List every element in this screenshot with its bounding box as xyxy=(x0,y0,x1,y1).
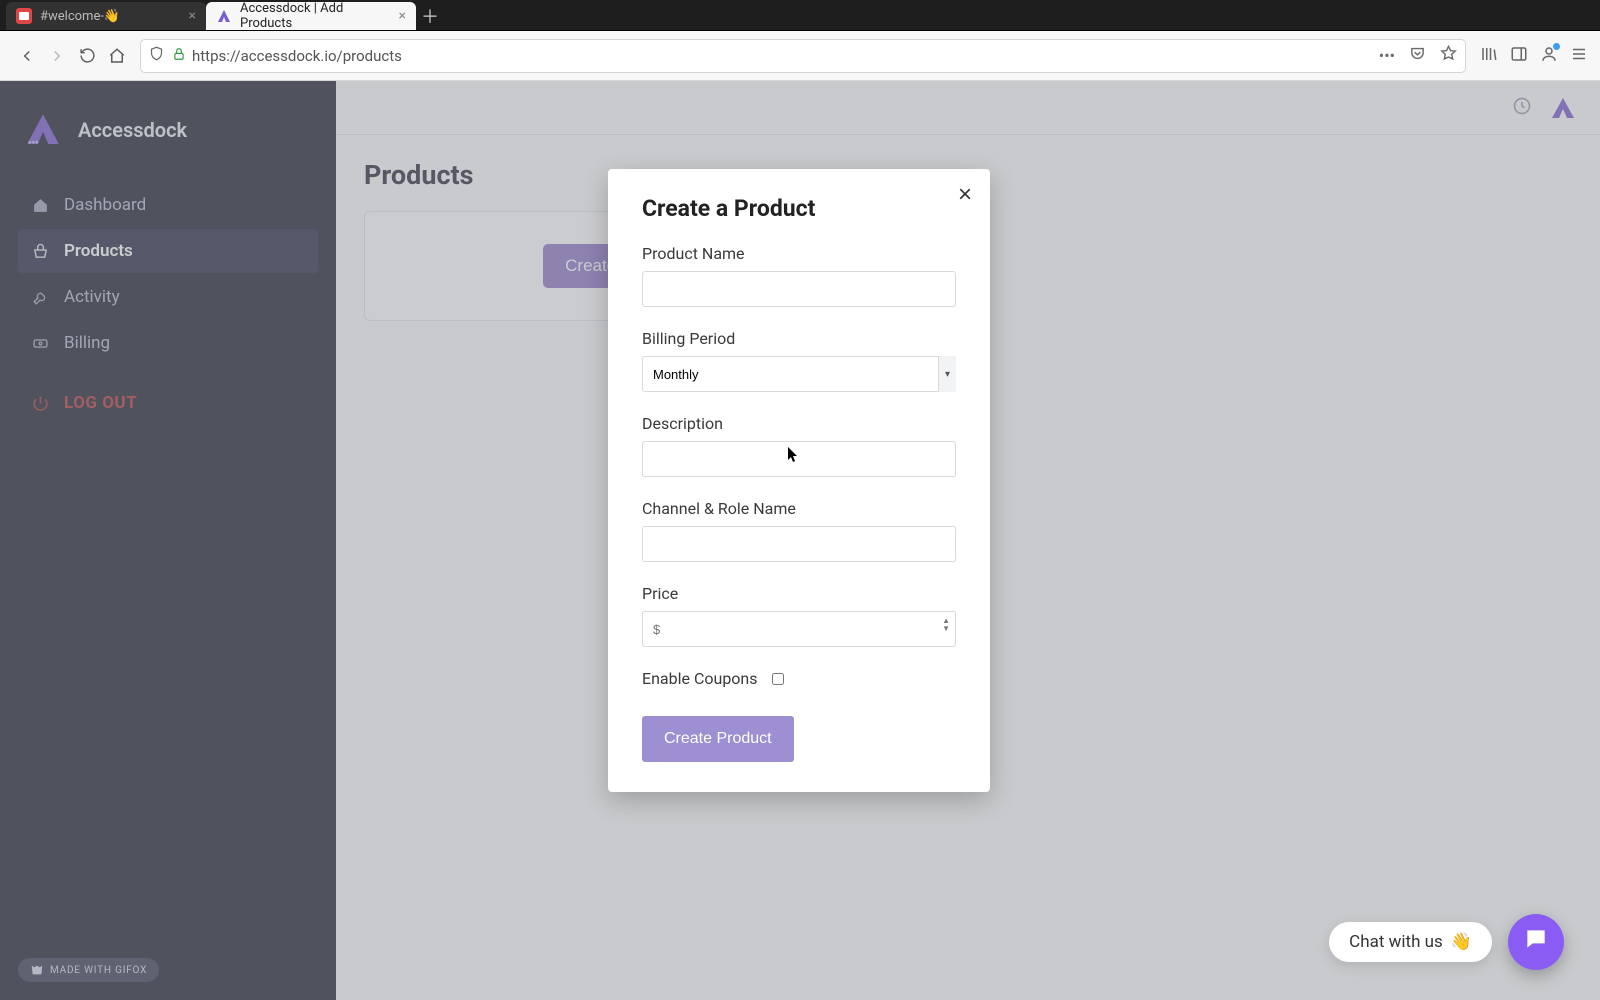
tab-title: #welcome-👋 xyxy=(40,9,120,24)
reload-button[interactable] xyxy=(72,41,102,71)
account-icon[interactable] xyxy=(1540,45,1558,67)
close-modal-button[interactable]: × xyxy=(958,183,972,207)
chat-bubble-icon xyxy=(1523,926,1549,958)
price-label: Price xyxy=(642,584,956,603)
library-icon[interactable] xyxy=(1480,45,1498,67)
description-input[interactable] xyxy=(642,441,956,477)
forward-button[interactable] xyxy=(42,41,72,71)
enable-coupons-checkbox[interactable] xyxy=(772,673,784,685)
description-label: Description xyxy=(642,414,956,433)
browser-tab-bar: #welcome-👋 × Accessdock | Add Products ×… xyxy=(0,0,1600,31)
billing-period-select[interactable]: Monthly xyxy=(642,356,956,392)
new-tab-button[interactable]: ＋ xyxy=(416,2,444,30)
wave-icon: 👋 xyxy=(1451,932,1472,952)
browser-address-bar: https://accessdock.io/products ••• xyxy=(0,31,1600,81)
hamburger-menu-icon[interactable] xyxy=(1570,45,1588,67)
tab-title: Accessdock | Add Products xyxy=(240,1,391,31)
chat-pill-text: Chat with us xyxy=(1349,932,1443,952)
browser-tab-accessdock[interactable]: Accessdock | Add Products × xyxy=(206,2,416,30)
home-button[interactable] xyxy=(102,41,132,71)
create-product-modal: × Create a Product Product Name Billing … xyxy=(608,169,990,792)
more-icon[interactable]: ••• xyxy=(1379,46,1395,65)
channel-role-label: Channel & Role Name xyxy=(642,499,956,518)
create-product-submit-button[interactable]: Create Product xyxy=(642,716,794,762)
browser-tab-welcome[interactable]: #welcome-👋 × xyxy=(6,2,206,30)
discord-favicon-icon xyxy=(16,8,32,24)
pocket-icon[interactable] xyxy=(1409,45,1426,66)
price-input[interactable] xyxy=(642,611,956,647)
sidebar-icon[interactable] xyxy=(1510,45,1528,67)
accessdock-favicon-icon xyxy=(216,8,232,24)
billing-period-label: Billing Period xyxy=(642,329,956,348)
product-name-input[interactable] xyxy=(642,271,956,307)
shield-icon xyxy=(149,46,164,65)
stepper-icon[interactable]: ▲▼ xyxy=(942,617,950,633)
close-tab-icon[interactable]: × xyxy=(399,8,406,24)
url-text: https://accessdock.io/products xyxy=(192,47,402,65)
chat-fab-button[interactable] xyxy=(1508,914,1564,970)
chat-pill[interactable]: Chat with us 👋 xyxy=(1329,922,1492,962)
back-button[interactable] xyxy=(12,41,42,71)
bookmark-star-icon[interactable] xyxy=(1440,45,1457,66)
enable-coupons-label: Enable Coupons xyxy=(642,669,758,688)
product-name-label: Product Name xyxy=(642,244,956,263)
channel-role-input[interactable] xyxy=(642,526,956,562)
modal-title: Create a Product xyxy=(642,195,956,222)
lock-icon xyxy=(172,47,186,65)
close-tab-icon[interactable]: × xyxy=(189,8,196,24)
url-bar[interactable]: https://accessdock.io/products ••• xyxy=(140,39,1466,73)
